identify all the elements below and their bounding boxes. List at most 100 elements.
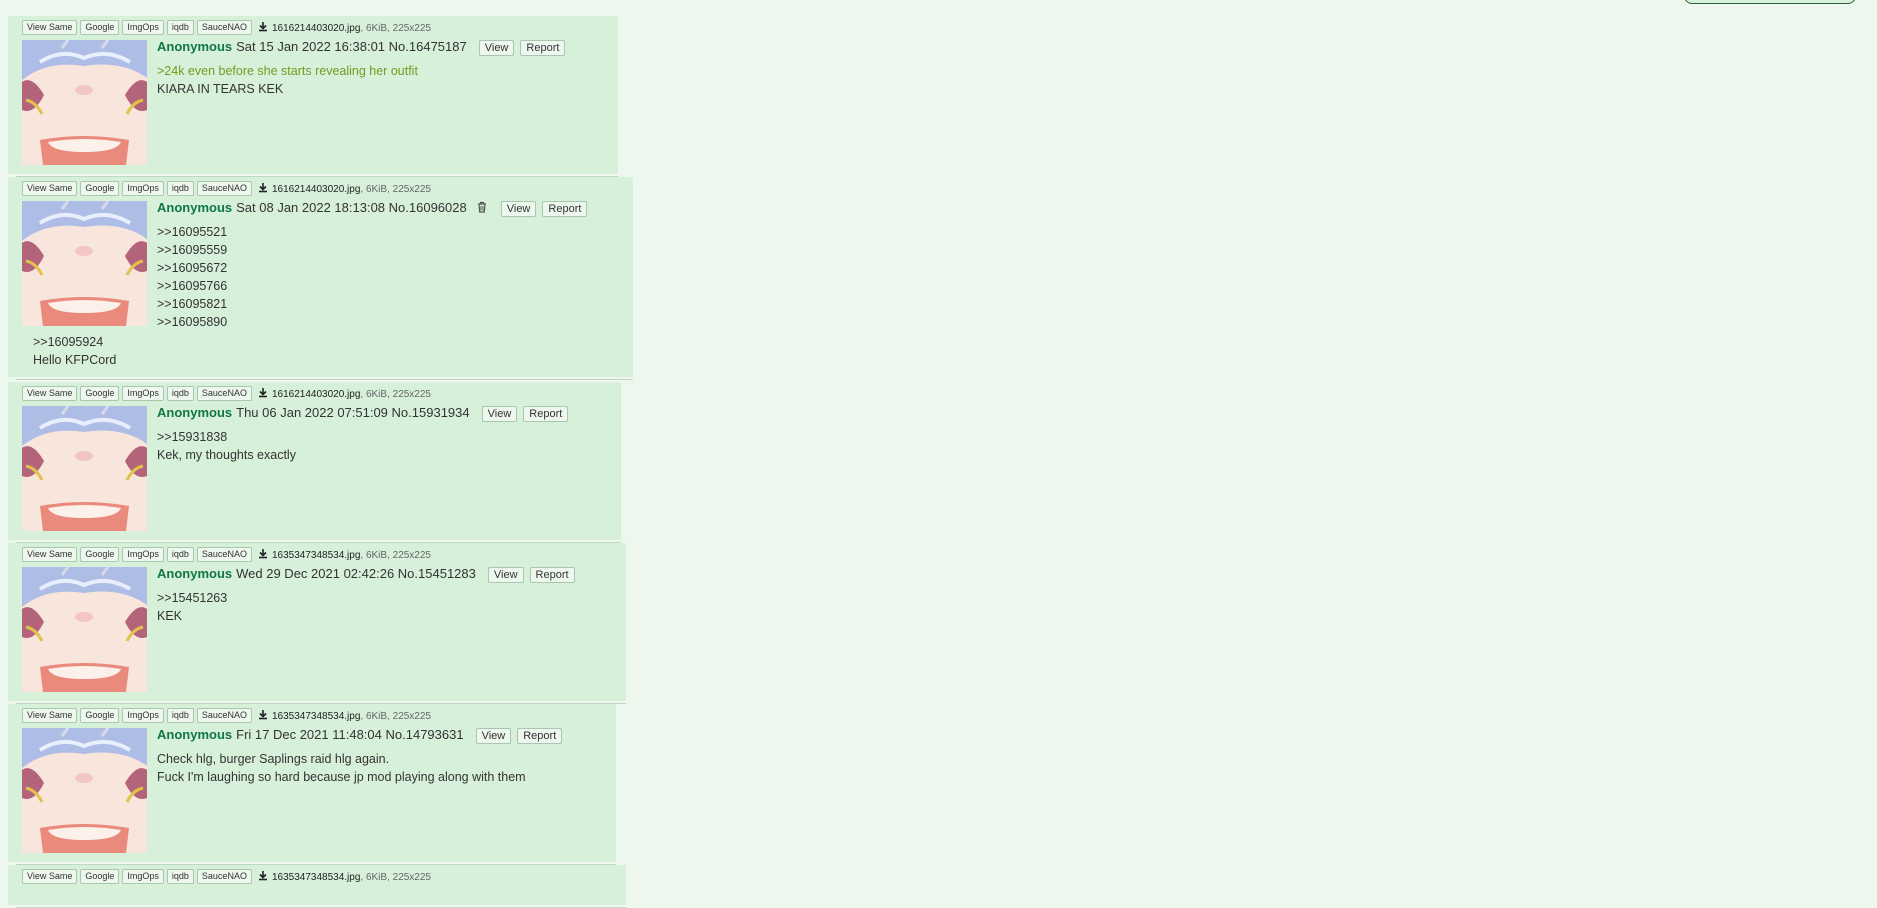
imgops-button[interactable]: ImgOps <box>122 386 164 401</box>
imgops-button[interactable]: ImgOps <box>122 20 164 35</box>
quote-link[interactable]: >>16095890 <box>157 313 227 331</box>
post-number[interactable]: No.14793631 <box>386 727 464 742</box>
poster-name: Anonymous <box>157 405 233 420</box>
post-date: Wed 29 Dec 2021 02:42:26 <box>236 566 395 581</box>
quote-link[interactable]: >>16095766 <box>157 277 227 295</box>
quote-link[interactable]: >>15931838 <box>157 428 296 446</box>
post-number[interactable]: No.16096028 <box>389 200 467 215</box>
imgops-button[interactable]: ImgOps <box>122 869 164 884</box>
file-info-bar: View Same Google ImgOps iqdb SauceNAO 1635347… <box>22 547 431 562</box>
view-button[interactable]: View <box>478 40 515 56</box>
post-header: Anonymous Fri 17 Dec 2021 11:48:04 No.147… <box>157 727 563 744</box>
post: View Same Google ImgOps iqdb SauceNAO 1616214… <box>8 177 633 380</box>
download-icon[interactable] <box>255 869 272 883</box>
iqdb-button[interactable]: iqdb <box>166 708 194 723</box>
file-name-link[interactable]: 1616214403020.jpg <box>272 184 360 195</box>
download-icon[interactable] <box>255 708 272 722</box>
post-body-continued: >>16095924 Hello KFPCord <box>33 333 116 369</box>
iqdb-button[interactable]: iqdb <box>166 20 194 35</box>
post-body: >24k even before she starts revealing he… <box>157 62 418 98</box>
body-line: Kek, my thoughts exactly <box>157 448 296 462</box>
file-meta: , 6KiB, 225x225 <box>360 872 431 883</box>
post-number[interactable]: No.15451283 <box>398 566 476 581</box>
google-button[interactable]: Google <box>80 869 120 884</box>
poster-name: Anonymous <box>157 727 233 742</box>
view-button[interactable]: View <box>475 728 512 744</box>
file-name-link[interactable]: 1635347348534.jpg <box>272 550 360 561</box>
google-button[interactable]: Google <box>80 20 120 35</box>
google-button[interactable]: Google <box>80 386 120 401</box>
post-thumbnail[interactable] <box>22 567 147 692</box>
iqdb-button[interactable]: iqdb <box>166 547 194 562</box>
google-button[interactable]: Google <box>80 708 120 723</box>
greentext-line: >24k even before she starts revealing he… <box>157 64 418 78</box>
report-button[interactable]: Report <box>542 201 588 217</box>
quote-link[interactable]: >>15451263 <box>157 589 227 607</box>
post-thumbnail[interactable] <box>22 201 147 326</box>
body-line: KEK <box>157 609 183 623</box>
post: View Same Google ImgOps iqdb SauceNAO 1635347… <box>8 865 626 908</box>
report-button[interactable]: Report <box>517 728 563 744</box>
post-body: Check hlg, burger Saplings raid hlg agai… <box>157 750 526 786</box>
saucenao-button[interactable]: SauceNAO <box>196 708 252 723</box>
iqdb-button[interactable]: iqdb <box>166 869 194 884</box>
post-number[interactable]: No.16475187 <box>389 39 467 54</box>
saucenao-button[interactable]: SauceNAO <box>196 386 252 401</box>
saucenao-button[interactable]: SauceNAO <box>196 547 252 562</box>
top-right-tab[interactable] <box>1684 0 1856 4</box>
download-icon[interactable] <box>255 386 272 400</box>
file-meta: , 6KiB, 225x225 <box>360 389 431 400</box>
google-button[interactable]: Google <box>80 181 120 196</box>
saucenao-button[interactable]: SauceNAO <box>196 20 252 35</box>
saucenao-button[interactable]: SauceNAO <box>196 181 252 196</box>
view-same-button[interactable]: View Same <box>22 20 78 35</box>
file-meta: , 6KiB, 225x225 <box>360 711 431 722</box>
view-same-button[interactable]: View Same <box>22 181 78 196</box>
post-thumbnail[interactable] <box>22 40 147 165</box>
imgops-button[interactable]: ImgOps <box>122 708 164 723</box>
download-icon[interactable] <box>255 547 272 561</box>
report-button[interactable]: Report <box>529 567 575 583</box>
imgops-button[interactable]: ImgOps <box>122 181 164 196</box>
file-info-bar: View Same Google ImgOps iqdb SauceNAO 1635347… <box>22 708 431 723</box>
file-name-link[interactable]: 1616214403020.jpg <box>272 23 360 34</box>
quote-link[interactable]: >>16095521 <box>157 223 227 241</box>
view-same-button[interactable]: View Same <box>22 869 78 884</box>
download-icon[interactable] <box>255 181 272 195</box>
quote-link[interactable]: >>16095924 <box>33 333 116 351</box>
view-same-button[interactable]: View Same <box>22 708 78 723</box>
quote-link[interactable]: >>16095821 <box>157 295 227 313</box>
file-meta: , 6KiB, 225x225 <box>360 184 431 195</box>
post-number[interactable]: No.15931934 <box>392 405 470 420</box>
saucenao-button[interactable]: SauceNAO <box>196 869 252 884</box>
view-same-button[interactable]: View Same <box>22 386 78 401</box>
quote-link[interactable]: >>16095672 <box>157 259 227 277</box>
poster-name: Anonymous <box>157 39 233 54</box>
file-meta: , 6KiB, 225x225 <box>360 550 431 561</box>
poster-name: Anonymous <box>157 566 233 581</box>
post: View Same Google ImgOps iqdb SauceNAO 1635347… <box>8 543 626 704</box>
file-name-link[interactable]: 1616214403020.jpg <box>272 389 360 400</box>
google-button[interactable]: Google <box>80 547 120 562</box>
report-button[interactable]: Report <box>520 40 566 56</box>
iqdb-button[interactable]: iqdb <box>166 181 194 196</box>
download-icon[interactable] <box>255 20 272 34</box>
imgops-button[interactable]: ImgOps <box>122 547 164 562</box>
post-thumbnail[interactable] <box>22 728 147 853</box>
file-name-link[interactable]: 1635347348534.jpg <box>272 711 360 722</box>
quote-link[interactable]: >>16095559 <box>157 241 227 259</box>
body-line: Fuck I'm laughing so hard because jp mod… <box>157 770 526 784</box>
post: View Same Google ImgOps iqdb SauceNAO 1635347… <box>8 704 616 865</box>
view-button[interactable]: View <box>487 567 524 583</box>
iqdb-button[interactable]: iqdb <box>166 386 194 401</box>
body-line: Check hlg, burger Saplings raid hlg agai… <box>157 752 390 766</box>
file-name-link[interactable]: 1635347348534.jpg <box>272 872 360 883</box>
report-button[interactable]: Report <box>523 406 569 422</box>
view-same-button[interactable]: View Same <box>22 547 78 562</box>
delete-icon[interactable] <box>475 200 489 214</box>
post-body: >>15931838 Kek, my thoughts exactly <box>157 428 296 464</box>
post-thumbnail[interactable] <box>22 406 147 531</box>
post-divider <box>16 379 633 380</box>
view-button[interactable]: View <box>500 201 537 217</box>
view-button[interactable]: View <box>481 406 518 422</box>
